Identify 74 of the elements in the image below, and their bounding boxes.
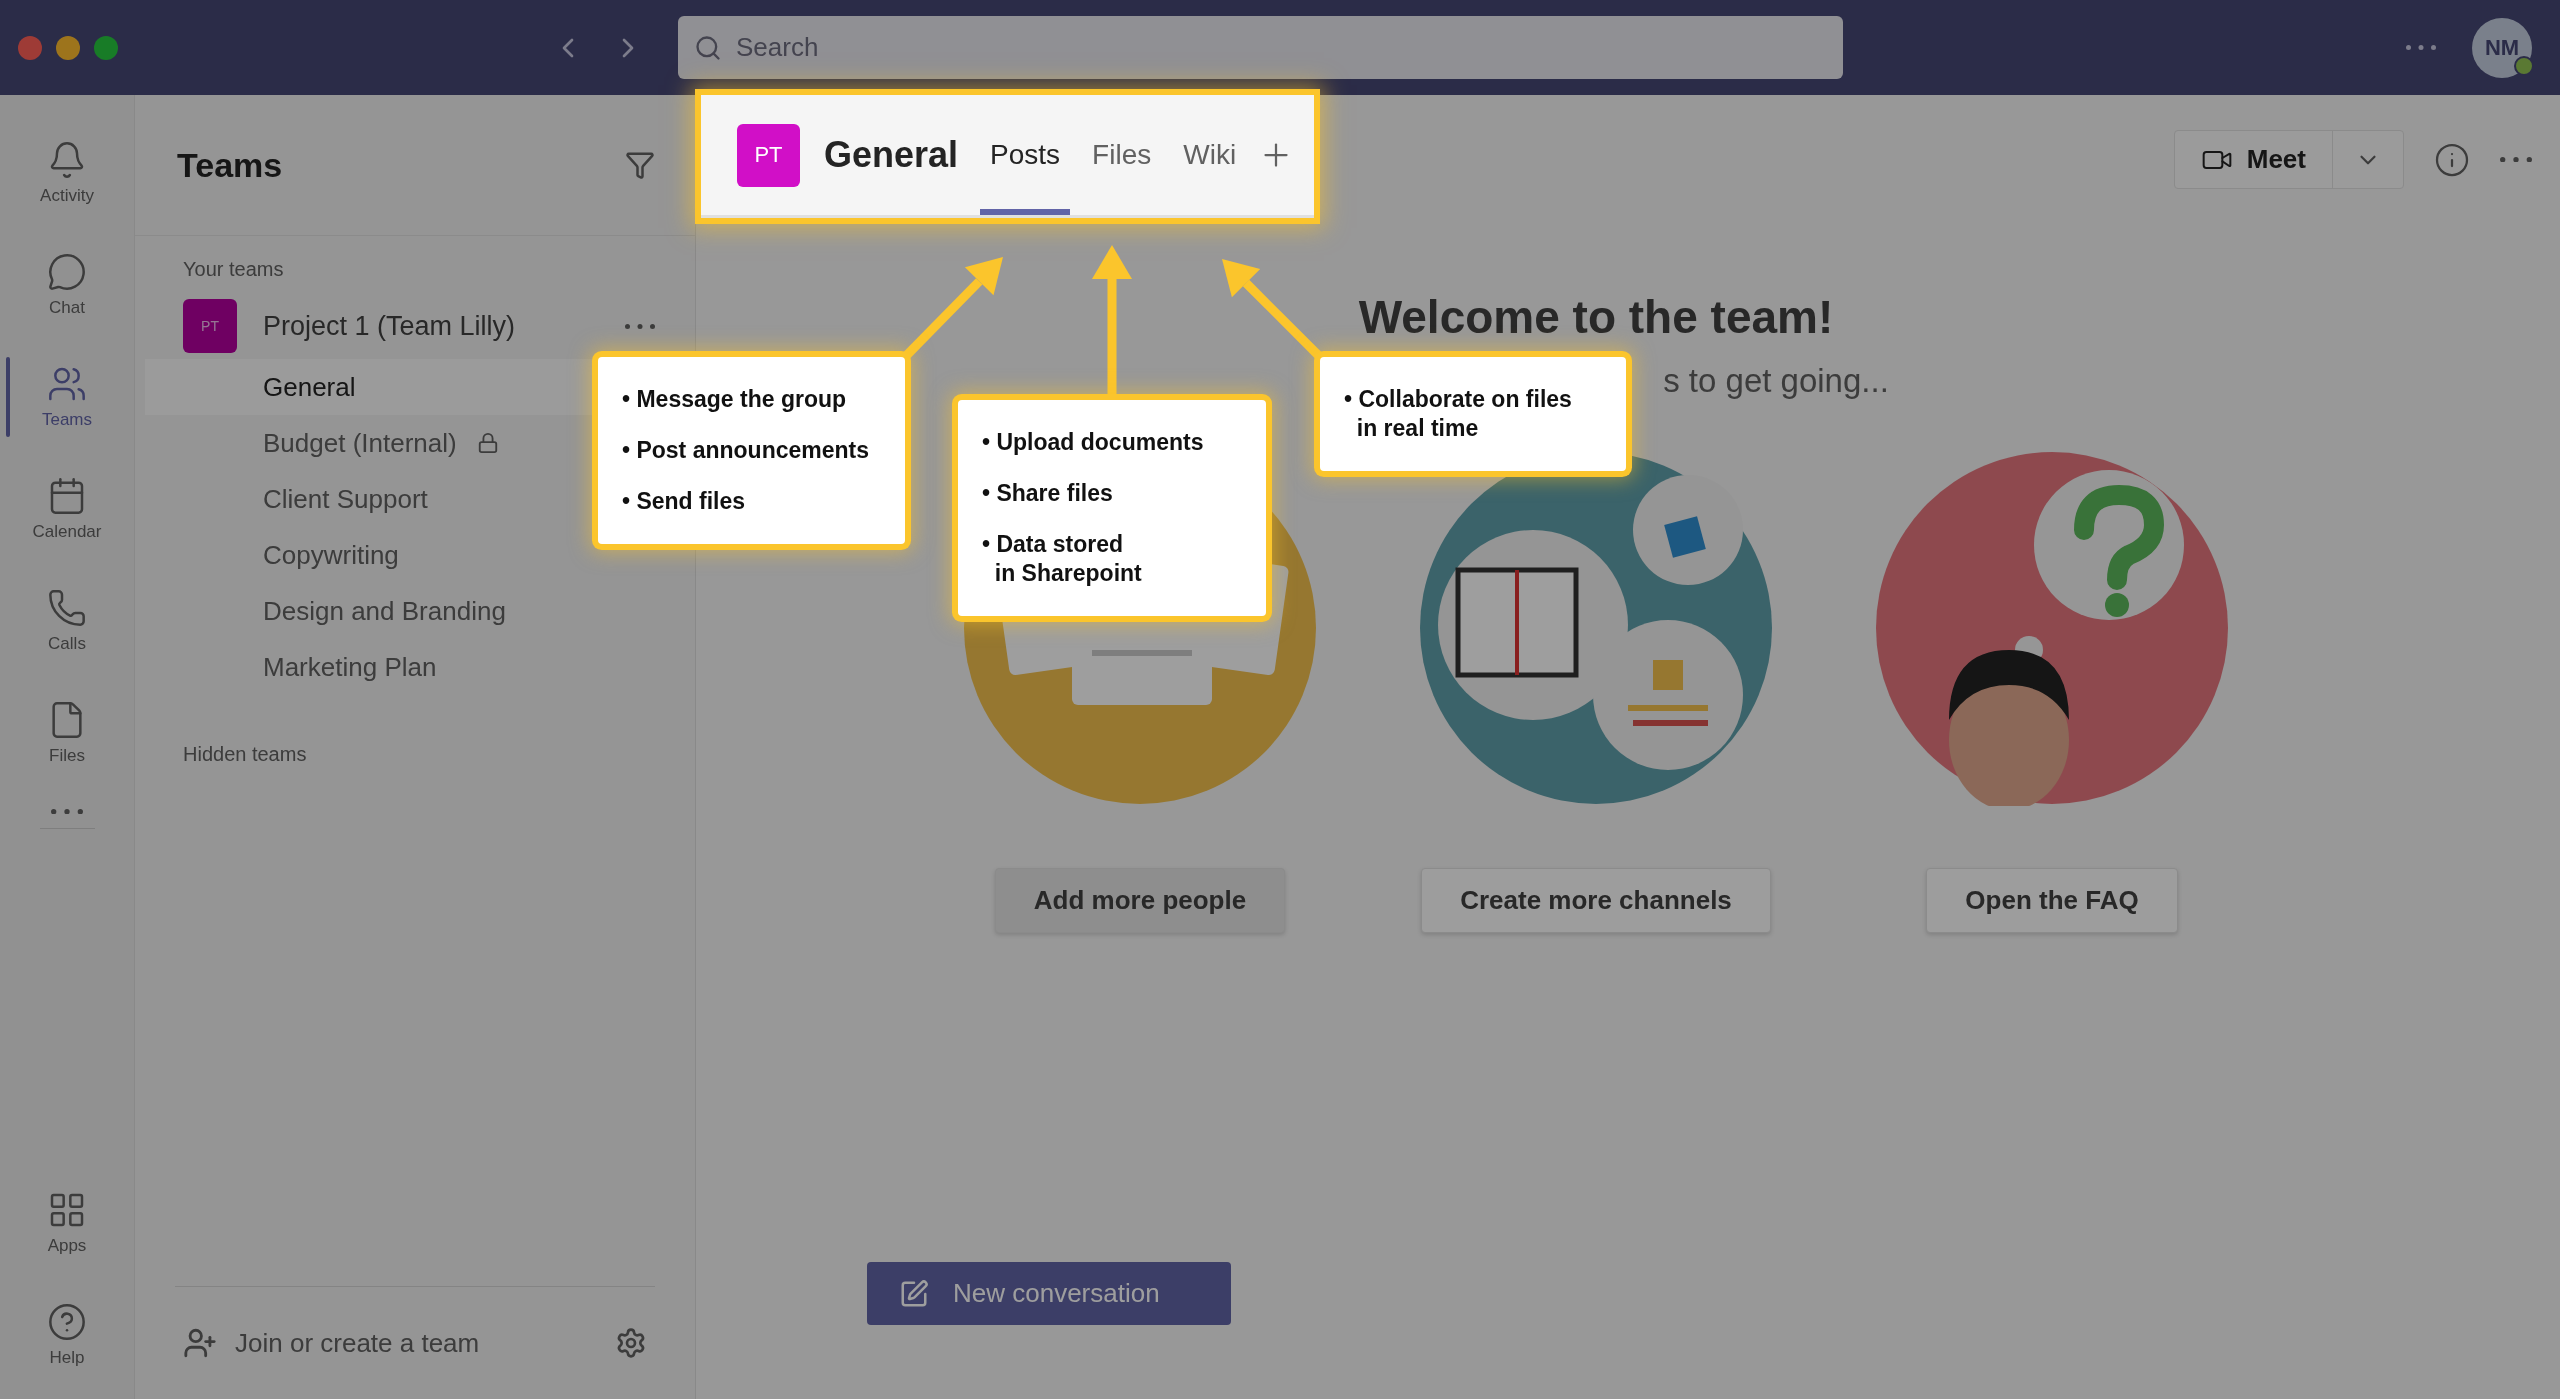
chat-bubble-icon [47, 252, 87, 292]
search-input[interactable]: Search [734, 31, 1827, 64]
phone-icon [47, 588, 87, 628]
team-avatar: PT [737, 123, 800, 187]
compose-icon [899, 1278, 929, 1309]
user-avatar[interactable]: NM [2472, 17, 2532, 78]
window-minimize-button[interactable] [56, 35, 80, 60]
more-options-button[interactable] [2406, 45, 2436, 50]
more-icon [2500, 156, 2532, 163]
presence-dot [2514, 55, 2534, 76]
more-apps-button[interactable] [51, 809, 83, 815]
channel-item[interactable]: Marketing Plan [145, 639, 691, 695]
channel-name: Budget (Internal) [263, 427, 457, 459]
channel-title: General [824, 134, 959, 176]
team-avatar: PT [183, 299, 237, 353]
channel-name: General [263, 371, 356, 403]
callout-text: • Share files [982, 479, 1114, 508]
rail-label: Files [49, 746, 85, 766]
rail-label: Activity [40, 186, 94, 206]
welcome-subtitle: s to get going... [1663, 362, 1889, 400]
action-button[interactable]: Create more channels [1421, 868, 1771, 933]
channel-item[interactable]: Design and Branding [145, 583, 691, 639]
channel-tab[interactable]: Posts [980, 95, 1071, 215]
callout-text: • Send files [622, 487, 747, 516]
channel-name: Marketing Plan [263, 651, 437, 683]
window-zoom-button[interactable] [94, 35, 118, 60]
settings-icon [615, 1327, 647, 1359]
rail-label: Help [49, 1348, 85, 1368]
rail-item[interactable]: Calendar [0, 453, 135, 565]
search-field[interactable]: Search [678, 16, 1843, 79]
rail-label: Teams [41, 410, 93, 430]
channel-name: Copywriting [263, 539, 399, 571]
join-team-link[interactable]: Join or create a team [235, 1327, 597, 1359]
channel-item[interactable]: Copywriting [145, 527, 691, 583]
rail-label: Chat [49, 298, 85, 318]
welcome-title: Welcome to the team! [1358, 290, 1834, 344]
channel-tab[interactable]: Wiki [1173, 95, 1247, 215]
rail-item[interactable]: Calls [0, 565, 135, 677]
more-icon [2406, 45, 2436, 50]
more-icon [51, 809, 83, 815]
settings-button[interactable] [615, 1327, 647, 1359]
rail-item[interactable]: Activity [0, 117, 135, 229]
filter-icon [625, 150, 655, 180]
sidebar-title: Teams [177, 145, 283, 185]
search-icon [694, 33, 722, 62]
rail-label: Calls [48, 634, 86, 654]
callout-text: • Collaborate on files in real time [1344, 385, 1573, 443]
section-label: Hidden teams [182, 742, 308, 766]
window-close-button[interactable] [18, 35, 42, 60]
rail-item[interactable]: Chat [0, 229, 135, 341]
action-button[interactable]: Open the FAQ [1926, 868, 2178, 933]
more-options-button[interactable] [625, 323, 655, 329]
new-conversation-button[interactable]: New conversation [867, 1262, 1231, 1325]
action-button[interactable]: Add more people [994, 868, 1286, 933]
callout-text: • Post announcements [622, 436, 871, 465]
more-options-button[interactable] [2500, 156, 2532, 163]
rail-item[interactable]: Help [0, 1279, 135, 1391]
team-name[interactable]: Project 1 (Team Lilly) [263, 310, 625, 342]
filter-button[interactable] [625, 150, 655, 180]
rail-item[interactable]: Apps [0, 1167, 135, 1279]
add-people-icon [183, 1326, 217, 1360]
rail-item[interactable]: Teams [0, 341, 135, 453]
section-label: Your teams [182, 257, 285, 281]
more-icon [625, 323, 655, 329]
callout-text: • Upload documents [982, 428, 1205, 457]
rail-label: Calendar [32, 522, 102, 542]
help-icon [47, 1302, 87, 1342]
channel-tab[interactable]: Files [1082, 95, 1162, 215]
rail-label: Apps [47, 1236, 87, 1256]
rail-item[interactable]: Files [0, 677, 135, 789]
callout-text: • Data stored in Sharepoint [982, 530, 1143, 588]
info-button[interactable] [2434, 141, 2470, 178]
info-icon [2434, 141, 2470, 178]
channel-name: Design and Branding [263, 595, 506, 627]
